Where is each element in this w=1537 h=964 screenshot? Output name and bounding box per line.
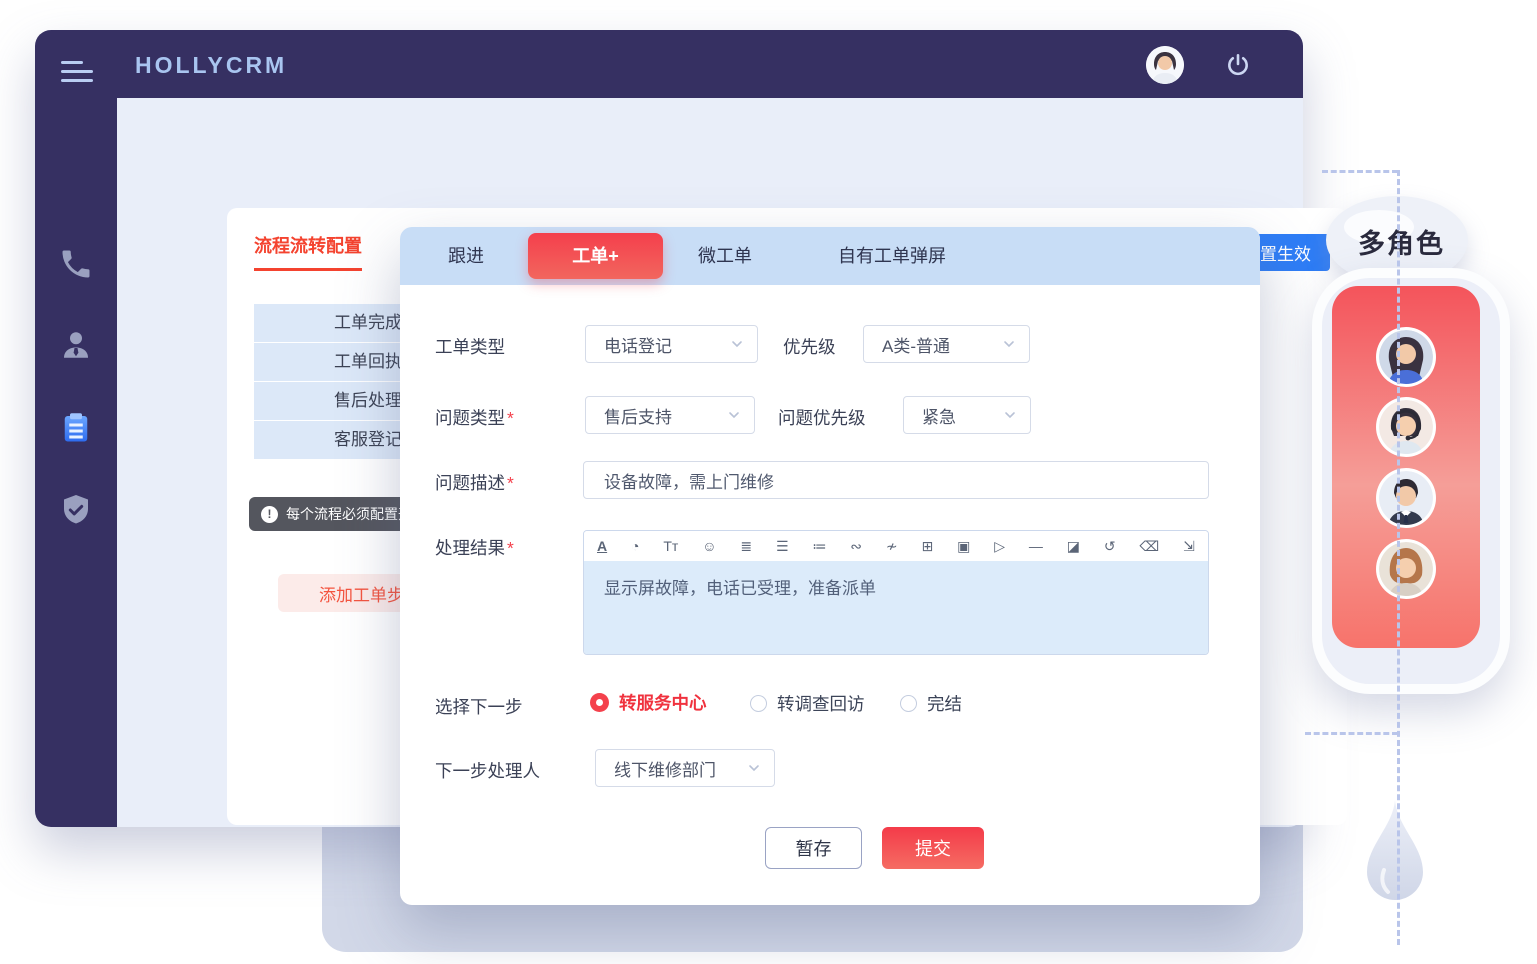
result-label: 处理结果* bbox=[435, 535, 514, 560]
teardrop-decoration bbox=[1364, 800, 1426, 920]
font-size-icon[interactable]: Tт bbox=[663, 539, 678, 553]
align-icon[interactable]: ☰ bbox=[776, 539, 789, 553]
modal-tab-popup[interactable]: 自有工单弹屏 bbox=[838, 227, 946, 285]
role-avatar-agent-headset[interactable] bbox=[1376, 397, 1436, 457]
issue-priority-value: 紧急 bbox=[922, 403, 956, 428]
undo-icon[interactable]: ↺ bbox=[1104, 539, 1116, 553]
radio-survey-callback[interactable]: 转调查回访 bbox=[750, 691, 865, 716]
radio-service-center[interactable]: 转服务中心 bbox=[590, 690, 707, 715]
image-icon[interactable]: ▣ bbox=[957, 539, 970, 553]
insert-link-icon[interactable]: ∾ bbox=[850, 539, 862, 553]
chevron-down-icon bbox=[729, 336, 745, 352]
submit-button[interactable]: 提交 bbox=[882, 827, 984, 869]
radio-label: 转服务中心 bbox=[619, 690, 707, 715]
next-handler-select[interactable]: 线下维修部门 bbox=[595, 749, 775, 787]
role-avatar-manager[interactable] bbox=[1376, 468, 1436, 528]
next-handler-label: 下一步处理人 bbox=[435, 758, 540, 783]
radio-unselected-icon bbox=[750, 695, 767, 712]
video-icon[interactable]: ▷ bbox=[994, 539, 1005, 553]
tab-flow-config[interactable]: 流程流转配置 bbox=[254, 232, 362, 271]
multi-role-label: 多角色 bbox=[1358, 222, 1445, 261]
horizontal-rule-icon[interactable]: — bbox=[1029, 539, 1043, 553]
order-type-value: 电话登记 bbox=[604, 332, 672, 357]
radio-finish[interactable]: 完结 bbox=[900, 691, 962, 716]
role-avatar-agent-2[interactable] bbox=[1376, 539, 1436, 599]
chevron-down-icon bbox=[1002, 407, 1018, 423]
dashed-guide-line bbox=[1322, 170, 1398, 173]
emoji-icon[interactable]: ☺ bbox=[702, 539, 716, 553]
priority-select[interactable]: A类-普通 bbox=[863, 325, 1030, 363]
issue-desc-input[interactable]: 设备故障，需上门维修 bbox=[583, 461, 1209, 499]
issue-type-value: 售后支持 bbox=[604, 403, 672, 428]
radio-unselected-icon bbox=[900, 695, 917, 712]
modal-tab-follow[interactable]: 跟进 bbox=[448, 227, 484, 285]
menu-toggle-icon[interactable] bbox=[61, 61, 95, 85]
sidebar-contacts-icon[interactable] bbox=[58, 327, 94, 363]
chevron-down-icon bbox=[726, 407, 742, 423]
priority-label: 优先级 bbox=[783, 334, 836, 359]
screen: HOLLYCRM bbox=[0, 0, 1537, 964]
sidebar-security-icon[interactable] bbox=[58, 492, 94, 528]
order-type-select[interactable]: 电话登记 bbox=[585, 325, 758, 363]
chevron-down-icon bbox=[1001, 336, 1017, 352]
modal-tab-micro-order[interactable]: 微工单 bbox=[698, 227, 752, 285]
brand-logo: HOLLYCRM bbox=[135, 52, 287, 79]
delete-icon[interactable]: ⌫ bbox=[1139, 539, 1159, 553]
order-type-label: 工单类型 bbox=[435, 334, 505, 359]
radio-label: 转调查回访 bbox=[777, 691, 865, 716]
role-avatar-agent-1[interactable] bbox=[1376, 327, 1436, 387]
chevron-down-icon bbox=[746, 760, 762, 776]
save-draft-button[interactable]: 暂存 bbox=[765, 827, 862, 869]
issue-desc-value: 设备故障，需上门维修 bbox=[604, 468, 774, 493]
sidebar-workorder-icon-active[interactable] bbox=[58, 410, 94, 446]
font-style-icon[interactable]: A bbox=[597, 539, 607, 553]
issue-type-label: 问题类型* bbox=[435, 405, 514, 430]
radio-selected-icon bbox=[590, 693, 609, 712]
next-step-label: 选择下一步 bbox=[435, 694, 523, 719]
modal-tab-workorder-active[interactable]: 工单+ bbox=[528, 233, 663, 279]
result-editor-content[interactable]: 显示屏故障，电话已受理，准备派单 bbox=[584, 561, 1208, 655]
power-icon[interactable] bbox=[1225, 52, 1251, 78]
priority-value: A类-普通 bbox=[882, 332, 950, 357]
list-icon[interactable]: ≔ bbox=[812, 539, 826, 553]
eraser-icon[interactable]: ◪ bbox=[1067, 539, 1080, 553]
table-icon[interactable]: ⊞ bbox=[922, 539, 934, 553]
work-order-modal: 跟进 工单+ 微工单 自有工单弹屏 工单类型 电话登记 优先级 A类-普通 问题… bbox=[400, 227, 1260, 905]
editor-toolbar: A ◔ Tт ☺ ≣ ☰ ≔ ∾ ≁ ⊞ ▣ ▷ — ◪ ↺ ⌫ ⇲ bbox=[584, 531, 1208, 561]
dashed-guide-line bbox=[1305, 732, 1398, 735]
radio-label: 完结 bbox=[927, 691, 962, 716]
user-avatar[interactable] bbox=[1146, 46, 1184, 84]
sidebar-phone-icon[interactable] bbox=[58, 246, 94, 282]
exclamation-icon: ! bbox=[261, 506, 278, 523]
modal-tabbar: 跟进 工单+ 微工单 自有工单弹屏 bbox=[400, 227, 1260, 285]
issue-priority-select[interactable]: 紧急 bbox=[903, 396, 1031, 434]
indent-icon[interactable]: ≣ bbox=[740, 539, 752, 553]
fullscreen-icon[interactable]: ⇲ bbox=[1183, 539, 1195, 553]
issue-type-select[interactable]: 售后支持 bbox=[585, 396, 755, 434]
color-palette-icon[interactable]: ◔ bbox=[631, 539, 639, 553]
issue-desc-label: 问题描述* bbox=[435, 470, 514, 495]
issue-priority-label: 问题优先级 bbox=[778, 405, 866, 430]
result-rich-editor: A ◔ Tт ☺ ≣ ☰ ≔ ∾ ≁ ⊞ ▣ ▷ — ◪ ↺ ⌫ ⇲ 显示屏故障… bbox=[583, 530, 1209, 655]
remove-link-icon[interactable]: ≁ bbox=[886, 539, 898, 553]
dashed-guide-line bbox=[1397, 170, 1400, 945]
next-handler-value: 线下维修部门 bbox=[614, 756, 716, 781]
user-avatar-image bbox=[1146, 46, 1184, 84]
